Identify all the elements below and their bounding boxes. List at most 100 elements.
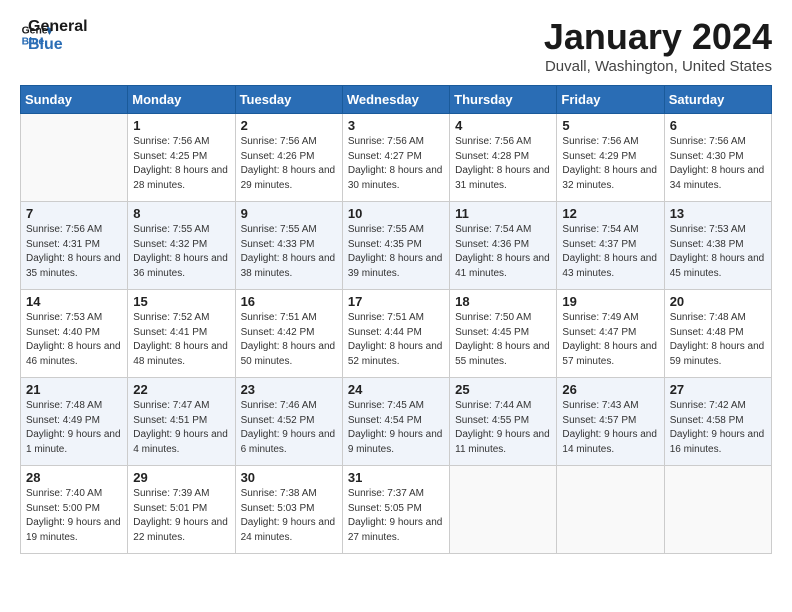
calendar-cell: 8 Sunrise: 7:55 AMSunset: 4:32 PMDaylight… xyxy=(128,202,235,290)
day-number: 6 xyxy=(670,118,766,133)
calendar-cell: 23Sunrise: 7:46 AMSunset: 4:52 PMDayligh… xyxy=(235,378,342,466)
day-number: 20 xyxy=(670,294,766,309)
logo-line2: Blue xyxy=(28,36,88,54)
weekday-header: Thursday xyxy=(450,86,557,114)
day-number: 21 xyxy=(26,382,122,397)
cell-info: Sunrise: 7:56 AMSunset: 4:31 PMDaylight:… xyxy=(26,223,122,281)
weekday-header: Tuesday xyxy=(235,86,342,114)
cell-info: Sunrise: 7:53 AMSunset: 4:40 PMDaylight:… xyxy=(26,311,122,369)
day-number: 4 xyxy=(455,118,551,133)
cell-info: Sunrise: 7:50 AMSunset: 4:45 PMDaylight:… xyxy=(455,311,551,369)
calendar-cell: 4Sunrise: 7:56 AMSunset: 4:28 PMDaylight… xyxy=(450,114,557,202)
calendar-cell: 15 Sunrise: 7:52 AMSunset: 4:41 PMDayligh… xyxy=(128,290,235,378)
cell-info: Sunrise: 7:56 AMSunset: 4:30 PMDaylight:… xyxy=(670,135,766,193)
calendar-week-row: 21 Sunrise: 7:48 AMSunset: 4:49 PMDayligh… xyxy=(21,378,772,466)
day-number: 16 xyxy=(241,294,337,309)
day-number: 30 xyxy=(241,470,337,485)
cell-info: Sunrise: 7:43 AMSunset: 4:57 PMDaylight:… xyxy=(562,399,658,457)
weekday-header: Wednesday xyxy=(342,86,449,114)
day-number: 3 xyxy=(348,118,444,133)
calendar-week-row: 14 Sunrise: 7:53 AMSunset: 4:40 PMDayligh… xyxy=(21,290,772,378)
title-area: January 2024 Duvall, Washington, United … xyxy=(544,16,772,75)
calendar-cell: 28 Sunrise: 7:40 AMSunset: 5:00 PMDayligh… xyxy=(21,466,128,554)
day-number: 26 xyxy=(562,382,658,397)
calendar-week-row: 28 Sunrise: 7:40 AMSunset: 5:00 PMDayligh… xyxy=(21,466,772,554)
calendar-cell: 1 Sunrise: 7:56 AMSunset: 4:25 PMDaylight… xyxy=(128,114,235,202)
calendar-cell: 21 Sunrise: 7:48 AMSunset: 4:49 PMDayligh… xyxy=(21,378,128,466)
calendar-cell: 10 Sunrise: 7:55 AMSunset: 4:35 PMDayligh… xyxy=(342,202,449,290)
calendar-cell: 19 Sunrise: 7:49 AMSunset: 4:47 PMDayligh… xyxy=(557,290,664,378)
logo-line1: General xyxy=(28,18,88,36)
weekday-header: Saturday xyxy=(664,86,771,114)
calendar-cell: 14 Sunrise: 7:53 AMSunset: 4:40 PMDayligh… xyxy=(21,290,128,378)
cell-info: Sunrise: 7:39 AMSunset: 5:01 PMDaylight:… xyxy=(133,487,229,545)
calendar-cell: 3Sunrise: 7:56 AMSunset: 4:27 PMDaylight… xyxy=(342,114,449,202)
cell-info: Sunrise: 7:56 AMSunset: 4:26 PMDaylight:… xyxy=(241,135,337,193)
cell-info: Sunrise: 7:38 AMSunset: 5:03 PMDaylight:… xyxy=(241,487,337,545)
calendar-cell: 24 Sunrise: 7:45 AMSunset: 4:54 PMDayligh… xyxy=(342,378,449,466)
weekday-header: Friday xyxy=(557,86,664,114)
cell-info: Sunrise: 7:56 AMSunset: 4:25 PMDaylight:… xyxy=(133,135,229,193)
calendar-cell: 13 Sunrise: 7:53 AMSunset: 4:38 PMDayligh… xyxy=(664,202,771,290)
logo: General Blue General Blue xyxy=(20,16,88,53)
month-title: January 2024 xyxy=(544,16,772,58)
calendar-week-row: 1 Sunrise: 7:56 AMSunset: 4:25 PMDaylight… xyxy=(21,114,772,202)
calendar-cell: 22 Sunrise: 7:47 AMSunset: 4:51 PMDayligh… xyxy=(128,378,235,466)
cell-info: Sunrise: 7:51 AMSunset: 4:42 PMDaylight:… xyxy=(241,311,337,369)
cell-info: Sunrise: 7:48 AMSunset: 4:48 PMDaylight:… xyxy=(670,311,766,369)
cell-info: Sunrise: 7:56 AMSunset: 4:29 PMDaylight:… xyxy=(562,135,658,193)
day-number: 14 xyxy=(26,294,122,309)
day-number: 13 xyxy=(670,206,766,221)
day-number: 9 xyxy=(241,206,337,221)
calendar-cell: 25Sunrise: 7:44 AMSunset: 4:55 PMDayligh… xyxy=(450,378,557,466)
cell-info: Sunrise: 7:47 AMSunset: 4:51 PMDaylight:… xyxy=(133,399,229,457)
day-number: 8 xyxy=(133,206,229,221)
cell-info: Sunrise: 7:53 AMSunset: 4:38 PMDaylight:… xyxy=(670,223,766,281)
cell-info: Sunrise: 7:49 AMSunset: 4:47 PMDaylight:… xyxy=(562,311,658,369)
cell-info: Sunrise: 7:40 AMSunset: 5:00 PMDaylight:… xyxy=(26,487,122,545)
day-number: 22 xyxy=(133,382,229,397)
cell-info: Sunrise: 7:54 AMSunset: 4:36 PMDaylight:… xyxy=(455,223,551,281)
page-header: General Blue General Blue January 2024 D… xyxy=(20,16,772,75)
calendar-cell xyxy=(664,466,771,554)
day-number: 5 xyxy=(562,118,658,133)
cell-info: Sunrise: 7:45 AMSunset: 4:54 PMDaylight:… xyxy=(348,399,444,457)
calendar-cell: 16 Sunrise: 7:51 AMSunset: 4:42 PMDayligh… xyxy=(235,290,342,378)
cell-info: Sunrise: 7:55 AMSunset: 4:33 PMDaylight:… xyxy=(241,223,337,281)
calendar-cell: 18Sunrise: 7:50 AMSunset: 4:45 PMDayligh… xyxy=(450,290,557,378)
cell-info: Sunrise: 7:48 AMSunset: 4:49 PMDaylight:… xyxy=(26,399,122,457)
calendar-cell: 9 Sunrise: 7:55 AMSunset: 4:33 PMDaylight… xyxy=(235,202,342,290)
calendar-cell: 27 Sunrise: 7:42 AMSunset: 4:58 PMDayligh… xyxy=(664,378,771,466)
calendar-cell: 12 Sunrise: 7:54 AMSunset: 4:37 PMDayligh… xyxy=(557,202,664,290)
calendar-cell: 30 Sunrise: 7:38 AMSunset: 5:03 PMDayligh… xyxy=(235,466,342,554)
day-number: 24 xyxy=(348,382,444,397)
cell-info: Sunrise: 7:55 AMSunset: 4:35 PMDaylight:… xyxy=(348,223,444,281)
day-number: 12 xyxy=(562,206,658,221)
weekday-header: Monday xyxy=(128,86,235,114)
calendar-cell: 20 Sunrise: 7:48 AMSunset: 4:48 PMDayligh… xyxy=(664,290,771,378)
day-number: 10 xyxy=(348,206,444,221)
day-number: 15 xyxy=(133,294,229,309)
day-number: 28 xyxy=(26,470,122,485)
cell-info: Sunrise: 7:54 AMSunset: 4:37 PMDaylight:… xyxy=(562,223,658,281)
cell-info: Sunrise: 7:42 AMSunset: 4:58 PMDaylight:… xyxy=(670,399,766,457)
day-number: 25 xyxy=(455,382,551,397)
day-number: 31 xyxy=(348,470,444,485)
calendar-cell xyxy=(557,466,664,554)
cell-info: Sunrise: 7:51 AMSunset: 4:44 PMDaylight:… xyxy=(348,311,444,369)
cell-info: Sunrise: 7:55 AMSunset: 4:32 PMDaylight:… xyxy=(133,223,229,281)
weekday-header: Sunday xyxy=(21,86,128,114)
calendar-cell: 5 Sunrise: 7:56 AMSunset: 4:29 PMDaylight… xyxy=(557,114,664,202)
calendar-cell: 29 Sunrise: 7:39 AMSunset: 5:01 PMDayligh… xyxy=(128,466,235,554)
weekday-header-row: SundayMondayTuesdayWednesdayThursdayFrid… xyxy=(21,86,772,114)
calendar-cell: 2 Sunrise: 7:56 AMSunset: 4:26 PMDaylight… xyxy=(235,114,342,202)
day-number: 29 xyxy=(133,470,229,485)
day-number: 17 xyxy=(348,294,444,309)
cell-info: Sunrise: 7:52 AMSunset: 4:41 PMDaylight:… xyxy=(133,311,229,369)
day-number: 2 xyxy=(241,118,337,133)
day-number: 1 xyxy=(133,118,229,133)
cell-info: Sunrise: 7:46 AMSunset: 4:52 PMDaylight:… xyxy=(241,399,337,457)
calendar-cell: 26 Sunrise: 7:43 AMSunset: 4:57 PMDayligh… xyxy=(557,378,664,466)
day-number: 27 xyxy=(670,382,766,397)
day-number: 19 xyxy=(562,294,658,309)
